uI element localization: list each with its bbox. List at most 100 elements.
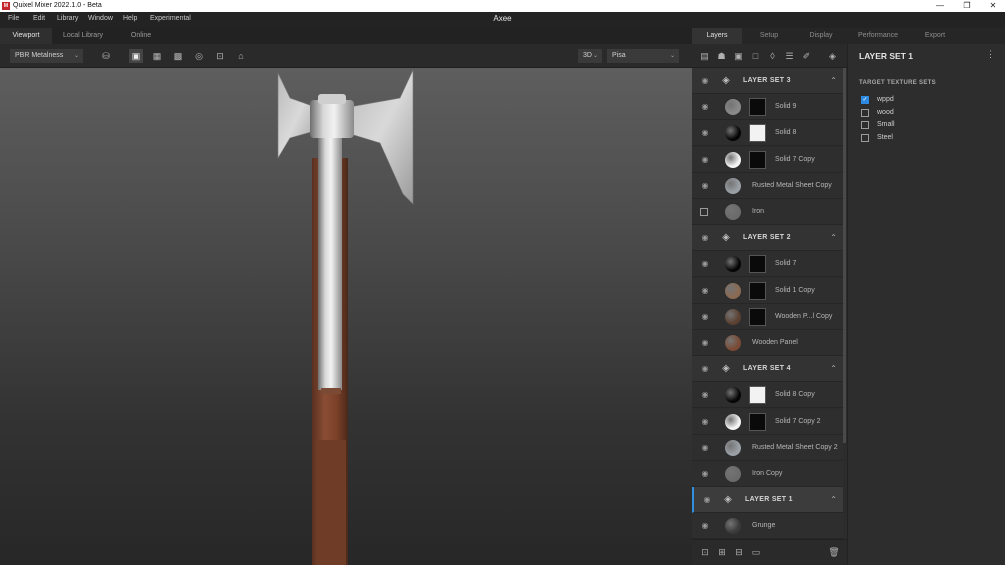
material-swatch[interactable] bbox=[725, 204, 741, 220]
layer-set-row-layer-set-2[interactable]: ◉ ◈ LAYER SET 2 ⌃ bbox=[692, 225, 843, 252]
layer-row-solid-7-copy-2[interactable]: ◉ Solid 7 Copy 2 bbox=[692, 408, 843, 435]
material-swatch[interactable] bbox=[725, 99, 741, 116]
mask-thumbnail[interactable] bbox=[749, 412, 766, 431]
mask-icon[interactable]: ⊡ bbox=[699, 546, 711, 558]
material-swatch[interactable] bbox=[725, 256, 741, 273]
tab-performance[interactable]: Performance bbox=[848, 28, 908, 44]
layer-set-icon[interactable]: ◈ bbox=[826, 49, 839, 63]
merge-icon[interactable]: ⊟ bbox=[733, 546, 745, 558]
tab-viewport[interactable]: Viewport bbox=[0, 28, 52, 44]
layer-row-iron-copy[interactable]: ◉ Iron Copy bbox=[692, 461, 843, 487]
eye-icon[interactable]: ◉ bbox=[700, 338, 710, 348]
layer-row-rusted-metal-sheet-copy[interactable]: ◉ Rusted Metal Sheet Copy bbox=[692, 172, 843, 199]
layer-row-wooden-panel[interactable]: ◉ Wooden Panel bbox=[692, 330, 843, 356]
material-swatch[interactable] bbox=[725, 125, 741, 142]
layer-row-rusted-metal-sheet-copy-2[interactable]: ◉ Rusted Metal Sheet Copy 2 bbox=[692, 434, 843, 461]
mask-thumbnail[interactable] bbox=[749, 386, 766, 405]
add-adjust-icon[interactable]: ☰ bbox=[783, 49, 796, 63]
mask-thumbnail[interactable] bbox=[749, 98, 766, 117]
frame-icon[interactable]: ⊡ bbox=[213, 49, 227, 63]
eye-icon[interactable]: ◉ bbox=[700, 364, 710, 374]
material-swatch[interactable] bbox=[725, 282, 741, 299]
more-options-icon[interactable]: ⋮ bbox=[986, 49, 995, 60]
texture-set-checkbox[interactable]: ✓ bbox=[861, 96, 869, 104]
menu-edit[interactable]: Edit bbox=[33, 15, 45, 22]
mask-thumbnail[interactable] bbox=[749, 307, 766, 326]
material-swatch[interactable] bbox=[725, 387, 741, 404]
layer-set-row-layer-set-4[interactable]: ◉ ◈ LAYER SET 4 ⌃ bbox=[692, 356, 843, 383]
mask-thumbnail[interactable] bbox=[749, 150, 766, 169]
material-swatch[interactable] bbox=[725, 151, 741, 168]
add-paint-layer-icon[interactable]: ☗ bbox=[715, 49, 728, 63]
eye-icon[interactable]: ◉ bbox=[700, 233, 710, 243]
grid-2x2-icon[interactable]: ▦ bbox=[150, 49, 164, 63]
eye-icon[interactable]: ◉ bbox=[700, 443, 710, 453]
grid-4x4-icon[interactable]: ▩ bbox=[171, 49, 185, 63]
eye-icon[interactable]: ◉ bbox=[700, 469, 710, 479]
layer-row-solid-7[interactable]: ◉ Solid 7 bbox=[692, 251, 843, 278]
material-swatch[interactable] bbox=[725, 413, 741, 430]
eye-icon[interactable]: ◉ bbox=[700, 128, 710, 138]
add-layer-icon[interactable]: ▤ bbox=[698, 49, 711, 63]
material-swatch[interactable] bbox=[725, 335, 741, 351]
tab-layers[interactable]: Layers bbox=[692, 28, 742, 44]
3d-viewport[interactable] bbox=[0, 68, 692, 565]
eye-icon[interactable]: ◉ bbox=[700, 521, 710, 531]
add-drop-icon[interactable]: ◊ bbox=[766, 49, 779, 63]
tab-display[interactable]: Display bbox=[796, 28, 846, 44]
texture-set-checkbox[interactable] bbox=[861, 108, 869, 117]
tab-local-library[interactable]: Local Library bbox=[52, 28, 114, 44]
chevron-up-icon[interactable]: ⌃ bbox=[830, 487, 837, 513]
eye-icon[interactable]: ◉ bbox=[700, 417, 710, 427]
material-swatch[interactable] bbox=[725, 308, 741, 325]
menu-experimental[interactable]: Experimental bbox=[150, 15, 191, 22]
material-swatch[interactable] bbox=[725, 466, 741, 482]
layer-row-solid-8-copy[interactable]: ◉ Solid 8 Copy bbox=[692, 382, 843, 409]
eye-icon[interactable]: ◉ bbox=[700, 259, 710, 269]
eye-icon[interactable]: ◉ bbox=[700, 181, 710, 191]
material-swatch[interactable] bbox=[725, 518, 741, 535]
layer-row-wooden-p-l-copy[interactable]: ◉ Wooden P...l Copy bbox=[692, 303, 843, 330]
chevron-up-icon[interactable]: ⌃ bbox=[830, 68, 837, 94]
minimize-button[interactable]: — bbox=[927, 0, 953, 12]
add-solid-icon[interactable]: □ bbox=[749, 49, 762, 63]
folder-icon[interactable]: ▭ bbox=[750, 546, 762, 558]
environment-dropdown[interactable]: Pisa ⌄ bbox=[607, 49, 679, 63]
target-icon[interactable]: ◎ bbox=[192, 49, 206, 63]
layer-list-scrollbar[interactable] bbox=[843, 68, 846, 443]
eye-icon[interactable]: ◉ bbox=[700, 390, 710, 400]
mask-thumbnail[interactable] bbox=[749, 255, 766, 274]
brush-icon[interactable]: ✐ bbox=[800, 49, 813, 63]
image-view-icon[interactable]: ▣ bbox=[129, 49, 143, 63]
eye-icon[interactable]: ◉ bbox=[700, 155, 710, 165]
mask-thumbnail[interactable] bbox=[749, 281, 766, 300]
shading-mode-dropdown[interactable]: PBR Metalness ⌄ bbox=[10, 49, 83, 63]
eye-icon[interactable]: ◉ bbox=[700, 102, 710, 112]
eye-icon[interactable]: ◉ bbox=[702, 495, 712, 505]
menu-library[interactable]: Library bbox=[57, 15, 78, 22]
tab-export[interactable]: Export bbox=[910, 28, 960, 44]
model-picker-icon[interactable]: ⛁ bbox=[94, 49, 118, 63]
add-mask-icon[interactable]: ⊞ bbox=[716, 546, 728, 558]
texture-set-checkbox[interactable] bbox=[861, 121, 869, 130]
chevron-up-icon[interactable]: ⌃ bbox=[830, 225, 837, 251]
menu-window[interactable]: Window bbox=[88, 15, 113, 22]
eye-icon[interactable]: ◉ bbox=[700, 76, 710, 86]
menu-file[interactable]: File bbox=[8, 15, 19, 22]
layer-set-row-layer-set-3[interactable]: ◉ ◈ LAYER SET 3 ⌃ bbox=[692, 68, 843, 94]
layer-row-solid-8[interactable]: ◉ Solid 8 bbox=[692, 120, 843, 147]
menu-help[interactable]: Help bbox=[123, 15, 137, 22]
tab-setup[interactable]: Setup bbox=[744, 28, 794, 44]
chevron-up-icon[interactable]: ⌃ bbox=[830, 356, 837, 382]
material-swatch[interactable] bbox=[725, 439, 741, 456]
layer-row-solid-1-copy[interactable]: ◉ Solid 1 Copy bbox=[692, 277, 843, 304]
mask-thumbnail[interactable] bbox=[749, 124, 766, 143]
trash-icon[interactable]: 🗑 bbox=[828, 546, 840, 558]
close-button[interactable]: ✕ bbox=[980, 0, 1005, 12]
visibility-checkbox[interactable] bbox=[700, 208, 708, 216]
tab-online[interactable]: Online bbox=[114, 28, 168, 44]
eye-icon[interactable]: ◉ bbox=[700, 312, 710, 322]
add-fill-layer-icon[interactable]: ▣ bbox=[732, 49, 745, 63]
layer-set-row-layer-set-1[interactable]: ◉ ◈ LAYER SET 1 ⌃ bbox=[692, 487, 843, 514]
lighting-icon[interactable]: ⌂ bbox=[234, 49, 248, 63]
